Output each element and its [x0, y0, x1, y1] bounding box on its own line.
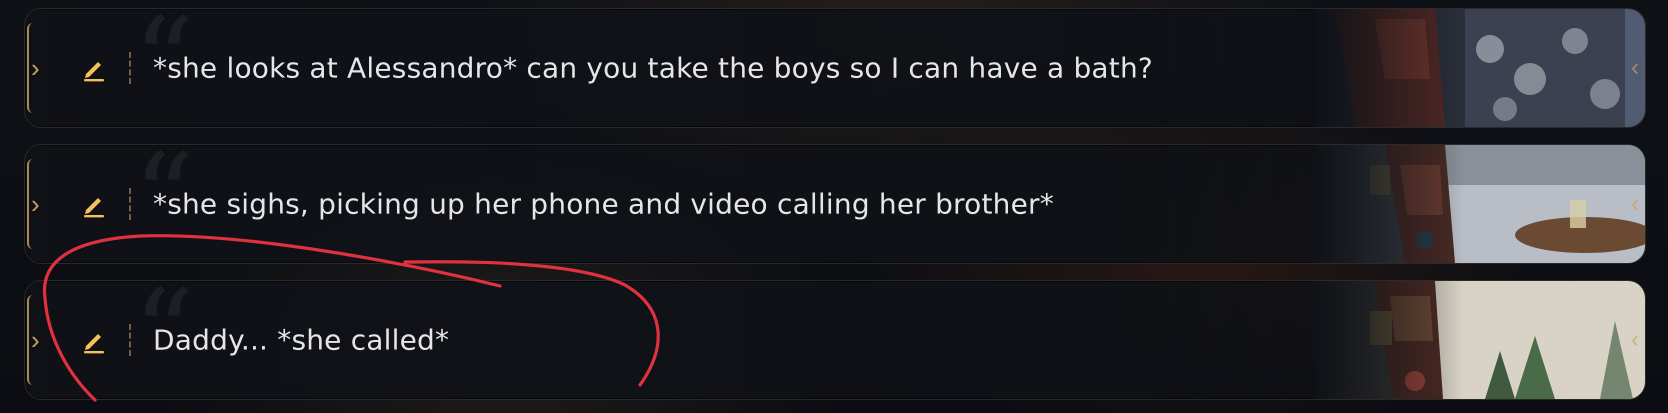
- chat-message-2[interactable]: › “ *she sighs, picking up her phone and…: [24, 144, 1646, 264]
- edit-button[interactable]: [79, 325, 109, 355]
- edit-button[interactable]: [79, 189, 109, 219]
- message-list: › “ *she looks at Alessandro* can you ta…: [0, 0, 1668, 413]
- chevron-left-icon[interactable]: ‹: [1631, 54, 1639, 82]
- chevron-left-icon[interactable]: ‹: [1631, 326, 1639, 354]
- chevron-right-icon[interactable]: ›: [31, 55, 40, 81]
- chat-message-1[interactable]: › “ *she looks at Alessandro* can you ta…: [24, 8, 1646, 128]
- art-fade: [1315, 9, 1645, 127]
- chevron-left-icon[interactable]: ‹: [1631, 190, 1639, 218]
- pencil-icon: [84, 334, 104, 354]
- message-text: *she sighs, picking up her phone and vid…: [153, 187, 1054, 221]
- chevron-right-icon[interactable]: ›: [31, 191, 40, 217]
- art-fade: [1315, 281, 1645, 399]
- message-text: Daddy... *she called*: [153, 323, 450, 357]
- chat-message-3[interactable]: › “ Daddy... *she called* ‹: [24, 280, 1646, 400]
- pencil-icon: [84, 62, 104, 82]
- chevron-right-icon[interactable]: ›: [31, 327, 40, 353]
- art-fade: [1315, 145, 1645, 263]
- pencil-icon: [84, 198, 104, 218]
- divider: [129, 52, 131, 84]
- message-text: *she looks at Alessandro* can you take t…: [153, 51, 1153, 85]
- divider: [129, 324, 131, 356]
- edit-button[interactable]: [79, 53, 109, 83]
- divider: [129, 188, 131, 220]
